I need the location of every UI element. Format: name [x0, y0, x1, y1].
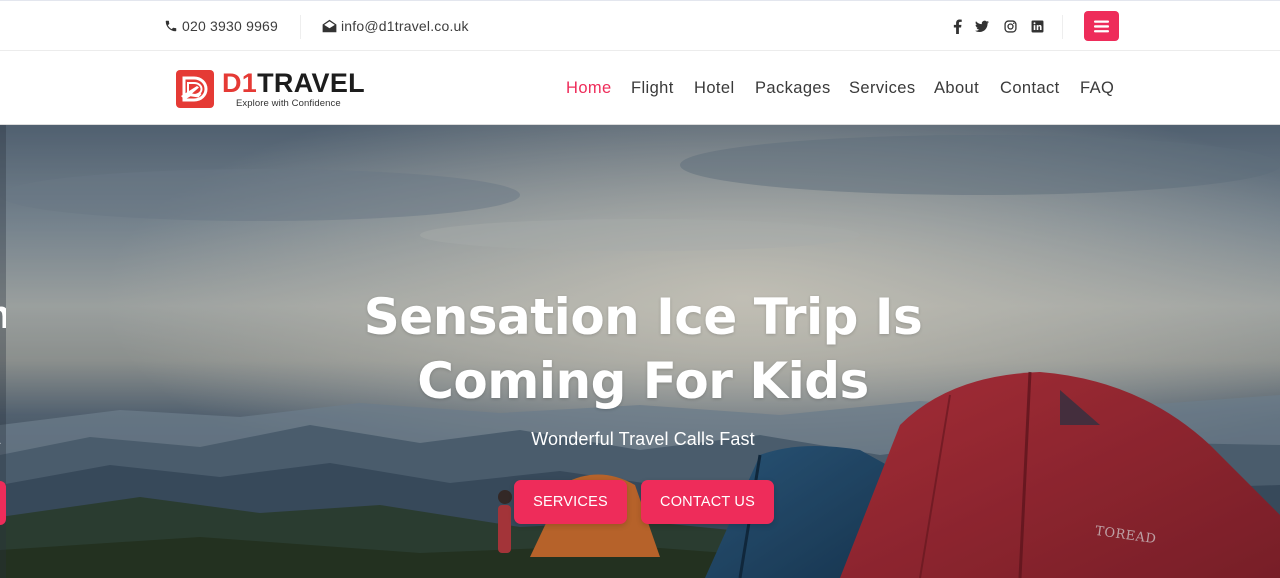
top-bar: 020 3930 9969 info@d1travel.co.uk [0, 0, 1280, 51]
email-address: info@d1travel.co.uk [341, 18, 469, 34]
nav-item-home[interactable]: Home [566, 51, 612, 125]
nav-link-hotel[interactable]: Hotel [694, 79, 735, 98]
topbar-divider [1062, 15, 1063, 39]
instagram-icon [1003, 19, 1017, 33]
facebook-link[interactable] [950, 1, 964, 51]
facebook-icon [950, 18, 964, 34]
nav-item-hotel[interactable]: Hotel [694, 51, 735, 125]
services-button[interactable]: SERVICES [514, 480, 627, 524]
nav-link-about[interactable]: About [934, 79, 979, 98]
nav-item-contact[interactable]: Contact [1000, 51, 1060, 125]
nav-link-flight[interactable]: Flight [631, 79, 674, 98]
brand-text: D1TRAVEL Explore with Confidence [222, 67, 365, 109]
linkedin-link[interactable] [1030, 1, 1044, 51]
email-contact[interactable]: info@d1travel.co.uk [322, 1, 469, 51]
nav-item-faq[interactable]: FAQ [1080, 51, 1114, 125]
hero-title-line-1: Sensation Ice Trip Is [363, 288, 923, 346]
nav-link-home[interactable]: Home [566, 79, 612, 98]
d1-plane-logo-icon [176, 70, 214, 108]
phone-contact[interactable]: 020 3930 9969 [164, 1, 278, 51]
hero-title: Sensation Ice Trip Is Coming For Kids [290, 285, 996, 413]
hamburger-menu-icon [1094, 20, 1109, 32]
contact-us-button[interactable]: CONTACT US [641, 480, 774, 524]
brand-name-suffix: TRAVEL [257, 67, 365, 98]
phone-icon [165, 20, 177, 32]
previous-slide-edge: n a [0, 125, 6, 578]
main-navbar: D1TRAVEL Explore with Confidence Home Fl… [0, 51, 1280, 125]
nav-link-packages[interactable]: Packages [755, 79, 831, 98]
phone-number: 020 3930 9969 [182, 18, 279, 34]
hero-title-line-2: Coming For Kids [417, 352, 869, 410]
brand-name: D1TRAVEL [222, 67, 365, 98]
brand-tagline: Explore with Confidence [236, 97, 341, 109]
twitter-icon [975, 19, 989, 33]
previous-slide-button-fragment [0, 481, 6, 525]
brand-logo[interactable]: D1TRAVEL Explore with Confidence [175, 68, 365, 110]
brand-name-prefix: D1 [222, 67, 258, 98]
nav-item-flight[interactable]: Flight [631, 51, 674, 125]
nav-link-services[interactable]: Services [849, 79, 915, 98]
nav-item-about[interactable]: About [934, 51, 979, 125]
nav-link-contact[interactable]: Contact [1000, 79, 1060, 98]
envelope-icon [322, 19, 337, 33]
instagram-link[interactable] [1003, 1, 1017, 51]
topbar-divider [300, 15, 301, 39]
linkedin-icon [1030, 19, 1044, 33]
hero-subtitle: Wonderful Travel Calls Fast [531, 429, 755, 449]
nav-item-packages[interactable]: Packages [755, 51, 831, 125]
nav-item-services[interactable]: Services [849, 51, 915, 125]
previous-slide-title-fragment: n [0, 293, 6, 338]
twitter-link[interactable] [975, 1, 989, 51]
nav-link-faq[interactable]: FAQ [1080, 79, 1114, 98]
menu-button[interactable] [1084, 11, 1119, 41]
hero-slider: TOREAD n a Sensation Ice Trip Is Coming … [0, 125, 1280, 578]
